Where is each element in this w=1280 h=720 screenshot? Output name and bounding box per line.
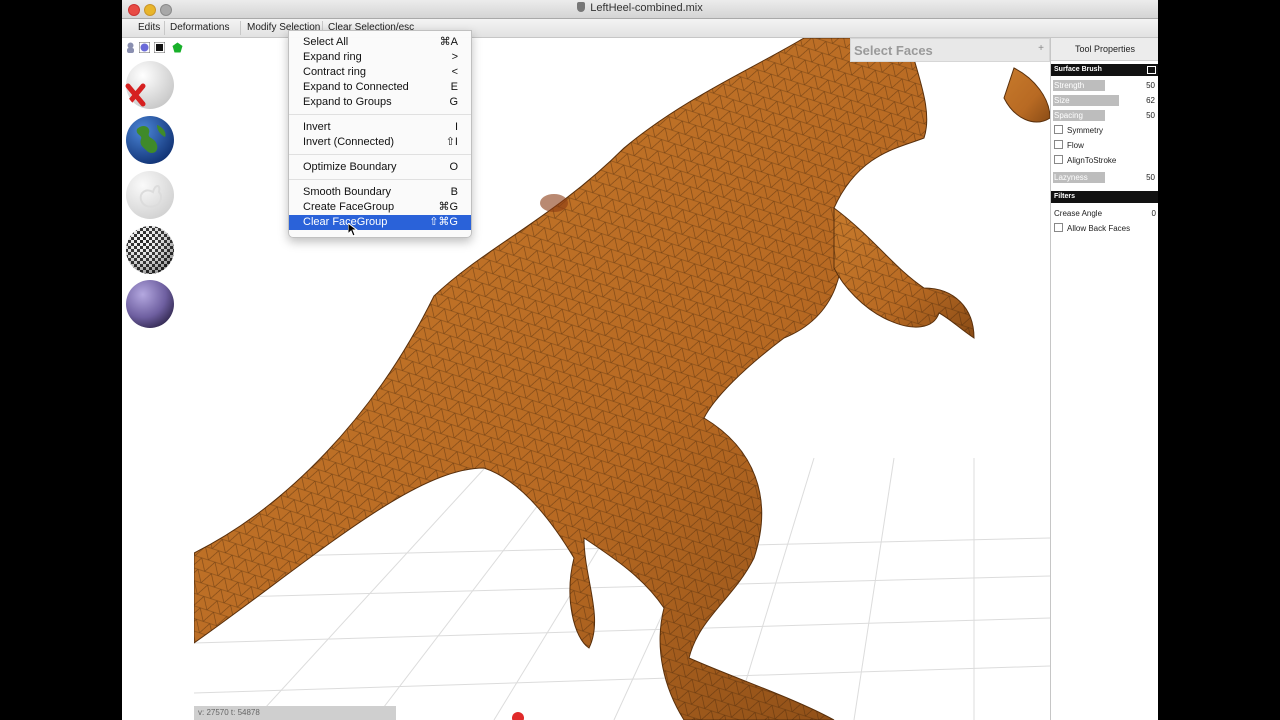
- menu-item-clear-facegroup[interactable]: Clear FaceGroup ⇧⌘G: [289, 215, 471, 230]
- window-title: LeftHeel-combined.mix: [122, 2, 1158, 14]
- strength-slider[interactable]: Strength 50: [1051, 79, 1158, 92]
- menu-item-invert[interactable]: Invert I: [289, 120, 471, 135]
- size-value: 62: [1146, 96, 1155, 105]
- menu-item-expand-ring[interactable]: Expand ring >: [289, 50, 471, 65]
- flow-checkbox[interactable]: [1054, 140, 1063, 149]
- lazyness-value: 50: [1146, 173, 1155, 182]
- menu-item-smooth-boundary[interactable]: Smooth Boundary B: [289, 185, 471, 200]
- crease-angle-row[interactable]: Crease Angle 0: [1054, 208, 1158, 220]
- align-to-stroke-checkbox[interactable]: [1054, 155, 1063, 164]
- symmetry-checkbox[interactable]: [1054, 125, 1063, 134]
- green-pentagon-icon[interactable]: [172, 42, 183, 53]
- checker-material-sphere[interactable]: [125, 225, 175, 275]
- select-faces-panel-header[interactable]: Select Faces +: [850, 38, 1050, 62]
- surface-brush-header[interactable]: Surface Brush: [1051, 64, 1158, 76]
- menu-item-create-facegroup[interactable]: Create FaceGroup ⌘G: [289, 200, 471, 215]
- meshmixer-window: LeftHeel-combined.mix Edits Deformations…: [122, 0, 1158, 720]
- menu-deformations[interactable]: Deformations: [170, 22, 229, 33]
- bust-icon[interactable]: [125, 42, 136, 53]
- document-icon: [577, 2, 586, 12]
- menu-separator: [240, 21, 241, 35]
- spacing-value: 50: [1146, 111, 1155, 120]
- align-to-stroke-checkbox-row[interactable]: AlignToStroke: [1054, 155, 1158, 167]
- lazyness-slider[interactable]: Lazyness 50: [1051, 171, 1158, 184]
- menu-separator: [164, 21, 165, 35]
- title-bar: LeftHeel-combined.mix: [122, 0, 1158, 19]
- expand-plus-icon[interactable]: +: [1038, 43, 1044, 54]
- size-label: Size: [1054, 96, 1070, 105]
- flow-checkbox-row[interactable]: Flow: [1054, 140, 1158, 152]
- allow-back-faces-checkbox[interactable]: [1054, 223, 1063, 232]
- menu-divider: [289, 114, 471, 115]
- spacing-slider[interactable]: Spacing 50: [1051, 109, 1158, 122]
- crease-angle-value[interactable]: 0: [1152, 208, 1156, 220]
- mouse-cursor-icon: [348, 223, 358, 237]
- menu-item-optimize-boundary[interactable]: Optimize Boundary O: [289, 160, 471, 175]
- spacing-label: Spacing: [1054, 111, 1083, 120]
- strength-label: Strength: [1054, 81, 1085, 90]
- black-square-icon[interactable]: [154, 42, 165, 53]
- allow-back-faces-checkbox-row[interactable]: Allow Back Faces: [1054, 223, 1158, 235]
- collapse-icon[interactable]: [1147, 66, 1156, 74]
- blank-material-sphere[interactable]: [125, 60, 175, 110]
- menu-item-select-all[interactable]: Select All ⌘A: [289, 35, 471, 50]
- material-sphere-icon[interactable]: [139, 42, 150, 53]
- tool-properties-title: Tool Properties: [1051, 38, 1158, 61]
- menu-item-expand-to-groups[interactable]: Expand to Groups G: [289, 95, 471, 110]
- menu-item-expand-to-connected[interactable]: Expand to Connected E: [289, 80, 471, 95]
- filters-header[interactable]: Filters: [1051, 191, 1158, 203]
- earth-material-sphere[interactable]: [125, 115, 175, 165]
- selection-spot: [540, 194, 568, 212]
- left-tool-panel: [122, 38, 195, 720]
- crease-angle-label: Crease Angle: [1054, 209, 1103, 218]
- pivot-marker: [512, 712, 524, 720]
- purple-material-sphere[interactable]: [125, 279, 175, 329]
- menu-item-contract-ring[interactable]: Contract ring <: [289, 65, 471, 80]
- lazyness-label: Lazyness: [1054, 173, 1088, 182]
- menu-edits[interactable]: Edits: [138, 22, 160, 33]
- tool-properties-panel: Tool Properties Surface Brush Strength 5…: [1050, 38, 1158, 720]
- select-faces-title: Select Faces: [854, 43, 933, 58]
- bunny-material-sphere[interactable]: [125, 170, 175, 220]
- size-slider[interactable]: Size 62: [1051, 94, 1158, 107]
- mesh-stats-bar: v: 27570 t: 54878: [194, 706, 396, 720]
- menu-item-invert-connected[interactable]: Invert (Connected) ⇧I: [289, 135, 471, 150]
- strength-value: 50: [1146, 81, 1155, 90]
- menu-bar: Edits Deformations Modify Selection Clea…: [122, 19, 1158, 38]
- symmetry-checkbox-row[interactable]: Symmetry: [1054, 125, 1158, 137]
- menu-divider: [289, 179, 471, 180]
- modify-selection-dropdown: Select All ⌘A Expand ring > Contract rin…: [288, 30, 472, 238]
- menu-divider: [289, 154, 471, 155]
